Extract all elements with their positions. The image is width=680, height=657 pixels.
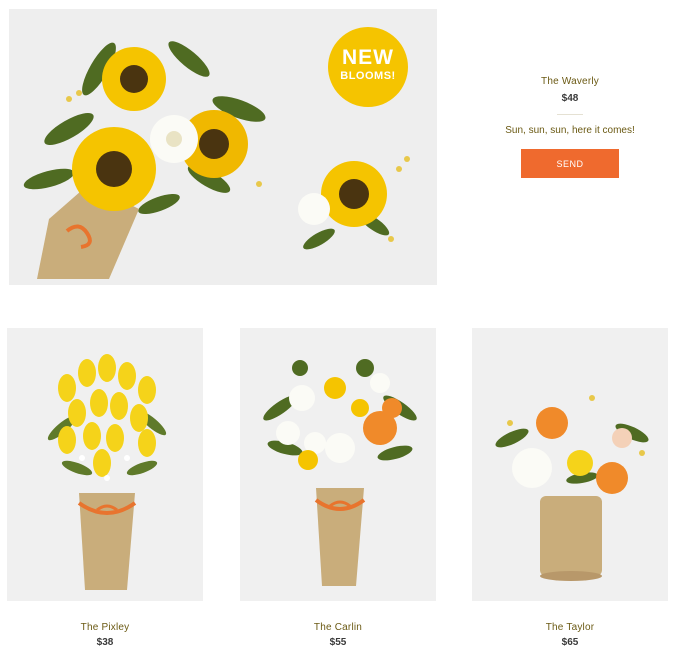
product-price-carlin: $55 bbox=[329, 637, 347, 648]
product-image-pixley[interactable] bbox=[7, 328, 203, 601]
product-name-taylor[interactable]: The Taylor bbox=[472, 622, 668, 633]
send-button[interactable]: SEND bbox=[521, 149, 619, 178]
product-name-pixley[interactable]: The Pixley bbox=[7, 622, 203, 633]
mixed-bouquet-illustration bbox=[240, 328, 436, 601]
product-image-carlin[interactable] bbox=[240, 328, 436, 601]
badge-line-2: BLOOMS! bbox=[340, 70, 396, 82]
product-card-carlin[interactable]: The Carlin $55 bbox=[240, 328, 436, 648]
product-price-pixley: $38 bbox=[96, 637, 114, 648]
divider bbox=[557, 114, 583, 115]
badge-line-1: NEW bbox=[342, 46, 394, 69]
product-name-carlin[interactable]: The Carlin bbox=[240, 622, 436, 633]
new-blooms-badge: NEW BLOOMS! bbox=[328, 27, 408, 107]
product-card-taylor[interactable]: The Taylor $65 bbox=[472, 328, 668, 648]
product-card-pixley[interactable]: The Pixley $38 bbox=[7, 328, 203, 648]
hero-product-price: $48 bbox=[561, 93, 579, 104]
tulip-bouquet-illustration bbox=[7, 328, 203, 601]
hero-tagline: Sun, sun, sun, here it comes! bbox=[505, 125, 635, 136]
product-image-taylor[interactable] bbox=[472, 328, 668, 601]
vase-arrangement-illustration bbox=[472, 328, 668, 601]
hero-product-info: The Waverly $48 Sun, sun, sun, here it c… bbox=[470, 76, 670, 178]
hero-product-name[interactable]: The Waverly bbox=[470, 76, 670, 87]
product-price-taylor: $65 bbox=[561, 637, 579, 648]
